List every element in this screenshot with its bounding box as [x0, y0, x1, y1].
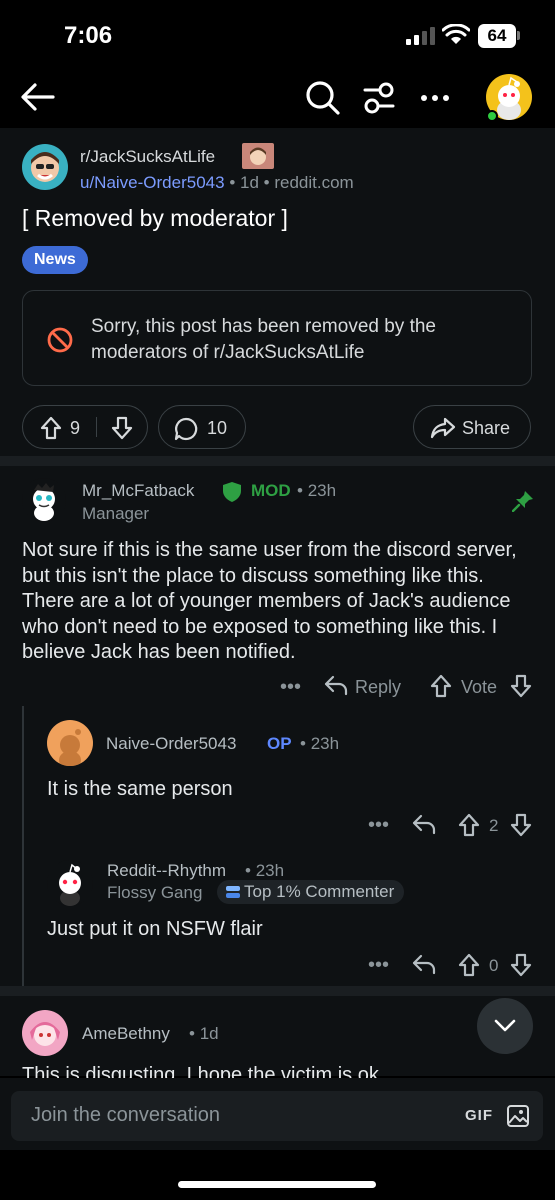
cell-signal-icon [406, 26, 436, 46]
home-indicator [178, 1181, 376, 1188]
vote-divider [96, 417, 97, 437]
comment-count: 10 [207, 418, 228, 438]
scroll-down-button[interactable] [477, 998, 533, 1054]
comment-more-button[interactable]: ••• [280, 676, 301, 699]
badge-label: Top 1% Commenter [244, 882, 395, 901]
comment-body: Just put it on NSFW flair [47, 918, 263, 940]
commenter-avatar[interactable] [22, 1010, 68, 1056]
share-button[interactable]: Share [413, 405, 531, 449]
battery-tip [517, 31, 520, 40]
meta-separator: • [229, 173, 240, 192]
meta-separator: • [263, 173, 275, 192]
gif-button[interactable]: GIF [465, 1107, 493, 1124]
mod-shield-icon [222, 481, 242, 503]
search-icon[interactable] [305, 80, 341, 116]
downvote-icon[interactable] [111, 416, 133, 440]
more-horizontal-icon[interactable] [420, 88, 450, 108]
sliders-icon[interactable] [362, 80, 396, 116]
section-divider [0, 986, 555, 996]
chevron-down-icon [493, 1018, 517, 1034]
reply-icon[interactable] [412, 953, 436, 975]
reply-icon[interactable] [324, 674, 348, 696]
reply-button[interactable]: Reply [355, 677, 401, 698]
comment-age: • 1d [189, 1024, 219, 1043]
comment-author[interactable]: Reddit--Rhythm [107, 861, 226, 881]
comment-score: 0 [489, 956, 499, 975]
post-title: [ Removed by moderator ] [22, 205, 288, 231]
share-label: Share [462, 418, 511, 438]
comment-score: 2 [489, 816, 499, 835]
post-flair[interactable]: News [22, 246, 88, 274]
reply-icon[interactable] [412, 813, 436, 835]
op-label: OP [267, 734, 292, 753]
comment-age: • 23h [297, 481, 337, 500]
post-age: 1d [240, 173, 259, 192]
upvote-icon[interactable] [40, 416, 62, 440]
upvote-count: 9 [70, 418, 81, 438]
comment-stack-icon [225, 882, 241, 906]
comment-author[interactable]: AmeBethny [82, 1024, 170, 1044]
upvote-icon[interactable] [430, 674, 452, 698]
online-status-dot [486, 110, 498, 122]
comment-author[interactable]: Naive-Order5043 [106, 734, 236, 754]
comment-age: • 23h [245, 861, 285, 880]
comment-more-button[interactable]: ••• [368, 954, 389, 977]
thread-line[interactable] [22, 706, 24, 986]
comment-author[interactable]: Mr_McFatback [82, 481, 194, 501]
subreddit-avatar[interactable] [22, 144, 68, 190]
upvote-icon[interactable] [458, 953, 480, 977]
status-time: 7:06 [64, 22, 113, 49]
user-flair: Flossy Gang [107, 883, 203, 902]
arrow-left-icon[interactable] [20, 82, 56, 112]
upvote-icon[interactable] [458, 813, 480, 837]
comment-input-placeholder[interactable]: Join the conversation [31, 1104, 220, 1127]
comment-age: • 23h [300, 734, 340, 753]
removed-message: Sorry, this post has been removed by the… [91, 316, 436, 363]
post-author[interactable]: u/Naive-Order5043 [80, 173, 225, 192]
comment-more-button[interactable]: ••• [368, 814, 389, 837]
user-flair: Manager [82, 504, 150, 523]
commenter-avatar[interactable] [47, 860, 93, 906]
comment-body: It is the same person [47, 778, 233, 800]
comment-bubble-icon [174, 417, 198, 441]
comment-body: Not sure if this is the same user from t… [22, 539, 517, 663]
downvote-icon[interactable] [510, 813, 532, 837]
wifi-icon [442, 24, 470, 46]
comments-button[interactable]: 10 [158, 405, 246, 449]
subreddit-name[interactable]: r/JackSucksAtLife [80, 147, 215, 167]
prohibited-icon [46, 326, 74, 354]
commenter-avatar[interactable] [47, 720, 93, 766]
commenter-avatar[interactable] [22, 478, 66, 522]
downvote-icon[interactable] [510, 674, 532, 698]
pin-icon [512, 490, 534, 512]
vote-control: 9 [22, 405, 148, 449]
comment-age-value: 23h [307, 481, 337, 500]
comment-age-value: 23h [310, 734, 340, 753]
share-icon [430, 417, 456, 439]
vote-label: Vote [461, 677, 498, 697]
mod-label: MOD [251, 481, 291, 500]
user-flair-image [242, 143, 274, 169]
post-domain[interactable]: reddit.com [274, 173, 353, 192]
section-divider [0, 456, 555, 466]
comment-age-value: 23h [255, 861, 285, 880]
image-icon[interactable] [506, 1104, 530, 1128]
downvote-icon[interactable] [510, 953, 532, 977]
post-meta: u/Naive-Order5043 • 1d • reddit.com [80, 173, 354, 193]
comment-age-value: 1d [199, 1024, 219, 1043]
battery-indicator: 64 [478, 24, 516, 48]
top-commenter-badge: Top 1% Commenter [217, 880, 405, 906]
app-header [0, 70, 555, 128]
